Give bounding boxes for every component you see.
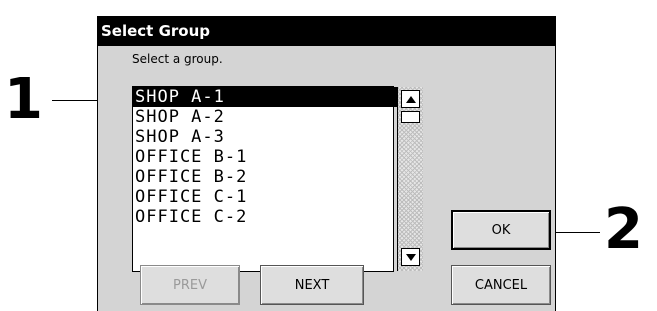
group-list-item[interactable]: SHOP A-2	[133, 107, 397, 127]
scroll-down-button[interactable]	[401, 248, 420, 266]
scroll-down-arrow-icon	[405, 253, 416, 261]
scroll-up-arrow-icon	[405, 95, 416, 103]
scroll-up-button[interactable]	[401, 90, 420, 108]
next-button[interactable]: NEXT	[260, 265, 364, 305]
ok-button[interactable]: OK	[451, 210, 551, 250]
group-list: SHOP A-1 SHOP A-2 SHOP A-3 OFFICE B-1 OF…	[133, 87, 397, 271]
prev-button[interactable]: PREV	[140, 265, 240, 305]
group-list-item[interactable]: OFFICE B-2	[133, 167, 397, 187]
callout-number-1: 1	[4, 67, 43, 132]
scroll-thumb[interactable]	[401, 111, 420, 123]
group-list-item[interactable]: SHOP A-1	[133, 87, 397, 107]
callout-number-2: 2	[604, 197, 643, 262]
group-list-item[interactable]: OFFICE B-1	[133, 147, 397, 167]
select-group-dialog: Select Group Select a group. SHOP A-1 SH…	[97, 16, 556, 311]
group-list-item[interactable]: OFFICE C-1	[133, 187, 397, 207]
list-scrollbar[interactable]	[397, 87, 423, 271]
group-list-item[interactable]: SHOP A-3	[133, 127, 397, 147]
dialog-title: Select Group	[98, 16, 555, 46]
dialog-prompt: Select a group.	[132, 52, 223, 66]
group-listbox[interactable]: SHOP A-1 SHOP A-2 SHOP A-3 OFFICE B-1 OF…	[132, 86, 423, 272]
cancel-button[interactable]: CANCEL	[451, 265, 551, 305]
group-list-item[interactable]: OFFICE C-2	[133, 207, 397, 227]
